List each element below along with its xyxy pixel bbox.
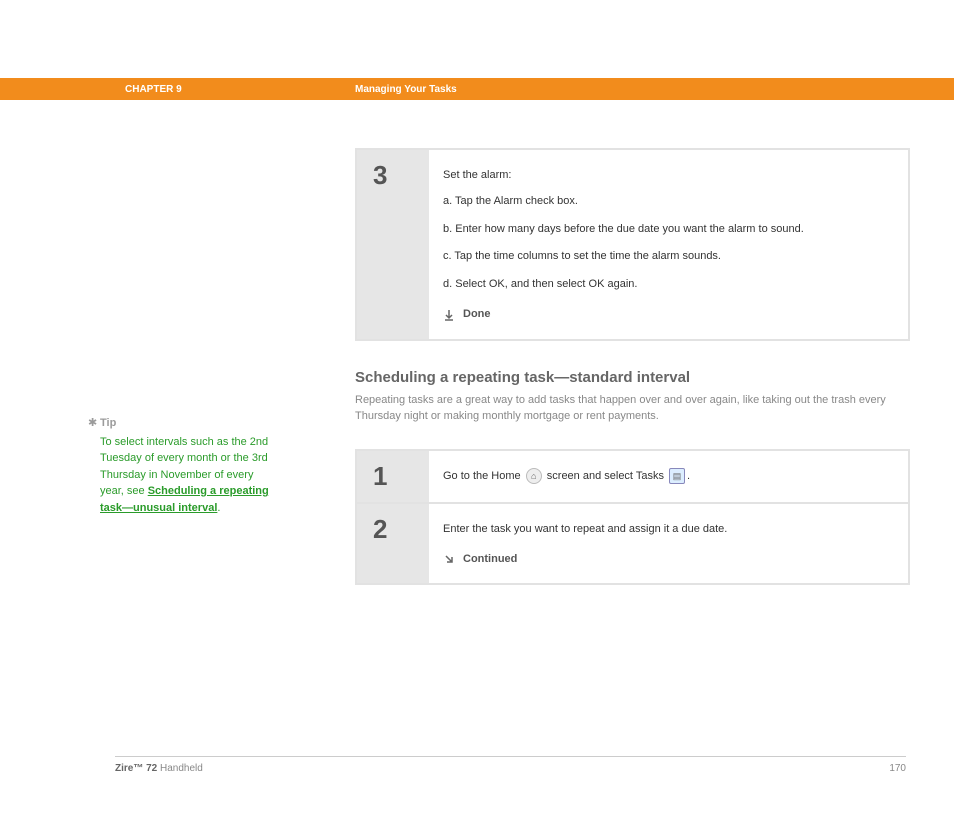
- step-3-content: Set the alarm: a. Tap the Alarm check bo…: [429, 150, 908, 339]
- steps-1-2-box: 1 Go to the Home ⌂ screen and select Tas…: [355, 449, 910, 586]
- tip-label: Tip: [100, 415, 280, 432]
- step1-mid: screen and select Tasks: [544, 470, 667, 482]
- main-content: 3 Set the alarm: a. Tap the Alarm check …: [355, 100, 910, 585]
- done-label: Done: [463, 305, 491, 325]
- header-title: Managing Your Tasks: [355, 84, 457, 95]
- done-indicator: Done: [443, 305, 890, 325]
- page-footer: Zire™ 72 Handheld 170: [115, 756, 906, 774]
- continued-arrow-icon: [443, 553, 455, 565]
- section-heading: Scheduling a repeating task—standard int…: [355, 369, 910, 386]
- home-icon: ⌂: [526, 468, 542, 484]
- product-rest: Handheld: [157, 763, 203, 774]
- step-3-box: 3 Set the alarm: a. Tap the Alarm check …: [355, 148, 910, 341]
- page-header: CHAPTER 9 Managing Your Tasks: [0, 78, 954, 100]
- tip-tail: .: [217, 502, 220, 514]
- tip-sidebar: ✱ Tip To select intervals such as the 2n…: [100, 415, 280, 516]
- continued-label: Continued: [463, 550, 517, 570]
- step2-text: Enter the task you want to repeat and as…: [443, 520, 890, 540]
- asterisk-icon: ✱: [88, 415, 97, 432]
- product-bold: Zire™ 72: [115, 763, 157, 774]
- tip-text: To select intervals such as the 2nd Tues…: [100, 434, 280, 517]
- step-number-2: 2: [357, 504, 429, 584]
- section-description: Repeating tasks are a great way to add t…: [355, 392, 910, 425]
- step3-intro: Set the alarm:: [443, 166, 890, 186]
- tasks-icon: ▤: [669, 468, 685, 484]
- step1-pre: Go to the Home: [443, 470, 524, 482]
- step3-c: c. Tap the time columns to set the time …: [443, 247, 890, 267]
- product-name: Zire™ 72 Handheld: [115, 763, 203, 774]
- page-number: 170: [889, 763, 906, 774]
- step-number-1: 1: [357, 451, 429, 502]
- step3-b: b. Enter how many days before the due da…: [443, 220, 890, 240]
- step1-post: .: [687, 470, 690, 482]
- done-arrow-icon: [443, 309, 455, 321]
- step3-a: a. Tap the Alarm check box.: [443, 192, 890, 212]
- chapter-label: CHAPTER 9: [125, 84, 355, 95]
- continued-indicator: Continued: [443, 550, 890, 570]
- step-2-content: Enter the task you want to repeat and as…: [429, 504, 908, 584]
- step-number-3: 3: [357, 150, 429, 339]
- step3-d: d. Select OK, and then select OK again.: [443, 275, 890, 295]
- step-1-content: Go to the Home ⌂ screen and select Tasks…: [429, 451, 908, 502]
